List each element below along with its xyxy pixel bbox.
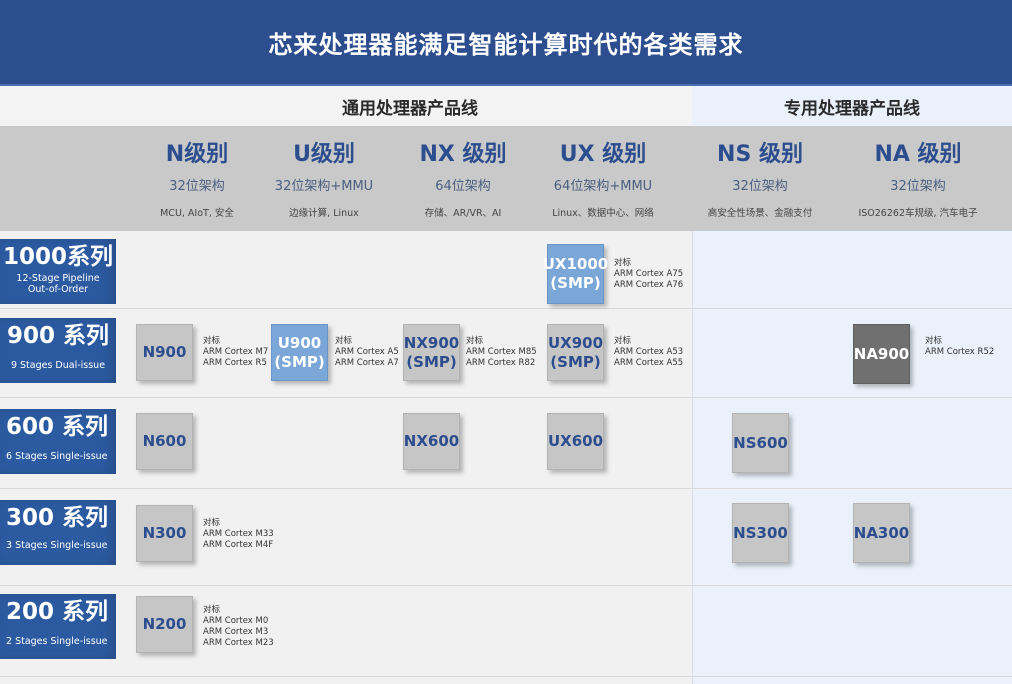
series-name: 1000系列 <box>2 244 113 270</box>
level-ns: NS 级别 32位架构 高安全性场景、金融支付 <box>685 126 835 231</box>
series-desc: 9 Stages Dual-issue <box>10 360 106 371</box>
benchmark-note-ux900: 对标 ARM Cortex A53 ARM Cortex A55 <box>614 336 684 368</box>
row-divider <box>0 308 1012 309</box>
level-name: NS 级别 <box>717 142 803 167</box>
level-arch: 32位架构 <box>890 179 946 194</box>
series-desc: 2 Stages Single-issue <box>6 636 108 647</box>
page-title: 芯来处理器能满足智能计算时代的各类需求 <box>0 0 1012 84</box>
level-use: Linux、数据中心、网络 <box>552 208 654 219</box>
series-name: 900 系列 <box>6 323 110 349</box>
level-use: 高安全性场景、金融支付 <box>707 208 813 219</box>
chip-n300[interactable]: N300 <box>136 505 193 562</box>
level-na: NA 级别 32位架构 ISO26262车规级, 汽车电子 <box>843 126 993 231</box>
chip-u900[interactable]: U900 (SMP) <box>271 324 328 381</box>
level-ux: UX 级别 64位架构+MMU Linux、数据中心、网络 <box>528 126 678 231</box>
row-divider <box>0 397 1012 398</box>
chip-ux1000[interactable]: UX1000 (SMP) <box>543 244 608 304</box>
benchmark-note-ux1000: 对标 ARM Cortex A75 ARM Cortex A76 <box>614 258 684 290</box>
chip-nx900[interactable]: NX900 (SMP) <box>403 324 460 381</box>
series-200: 200 系列 2 Stages Single-issue <box>0 594 116 659</box>
level-u: U级别 32位架构+MMU 边缘计算, Linux <box>249 126 399 231</box>
chip-ns300[interactable]: NS300 <box>732 503 789 563</box>
level-arch: 64位架构+MMU <box>553 179 653 194</box>
level-arch: 32位架构 <box>732 179 788 194</box>
chip-na900[interactable]: NA900 <box>853 324 910 384</box>
level-use: ISO26262车规级, 汽车电子 <box>858 208 978 219</box>
chip-n200[interactable]: N200 <box>136 596 193 653</box>
row-divider <box>0 488 1012 489</box>
level-arch: 64位架构 <box>435 179 491 194</box>
level-name: NA 级别 <box>874 142 962 167</box>
series-name: 200 系列 <box>6 599 109 625</box>
series-900: 900 系列 9 Stages Dual-issue <box>0 318 116 383</box>
series-desc: 6 Stages Single-issue <box>6 451 108 462</box>
benchmark-note-na900: 对标 ARM Cortex R52 <box>925 336 995 357</box>
chip-na300[interactable]: NA300 <box>853 503 910 563</box>
level-nx: NX 级别 64位架构 存储、AR/VR、AI <box>388 126 538 231</box>
series-desc: 3 Stages Single-issue <box>6 540 108 551</box>
level-arch: 32位架构+MMU <box>274 179 374 194</box>
series-name: 300 系列 <box>6 505 109 531</box>
chip-n900[interactable]: N900 <box>136 324 193 381</box>
series-name: 600 系列 <box>6 414 109 440</box>
chip-ux900[interactable]: UX900 (SMP) <box>547 324 604 381</box>
category-special: 专用处理器产品线 <box>692 86 1012 126</box>
series-600: 600 系列 6 Stages Single-issue <box>0 409 116 474</box>
level-name: U级别 <box>293 142 355 167</box>
level-use: 边缘计算, Linux <box>289 208 359 219</box>
chip-ux600[interactable]: UX600 <box>547 413 604 470</box>
benchmark-note-n300: 对标 ARM Cortex M33 ARM Cortex M4F <box>203 518 274 550</box>
benchmark-note-n200: 对标 ARM Cortex M0 ARM Cortex M3 ARM Corte… <box>203 605 274 648</box>
chip-ns600[interactable]: NS600 <box>732 413 789 473</box>
level-use: 存储、AR/VR、AI <box>424 208 502 219</box>
row-divider <box>0 585 1012 586</box>
series-desc: 12-Stage Pipeline Out-of-Order <box>16 273 100 295</box>
level-name: UX 级别 <box>559 142 647 167</box>
series-1000: 1000系列 12-Stage Pipeline Out-of-Order <box>0 239 116 304</box>
level-name: NX 级别 <box>419 142 507 167</box>
row-divider <box>0 676 1012 677</box>
chip-n600[interactable]: N600 <box>136 413 193 470</box>
benchmark-note-nx900: 对标 ARM Cortex M85 ARM Cortex R82 <box>466 336 537 368</box>
benchmark-note-u900: 对标 ARM Cortex A5 ARM Cortex A7 <box>335 336 399 368</box>
series-300: 300 系列 3 Stages Single-issue <box>0 500 116 565</box>
chip-nx600[interactable]: NX600 <box>403 413 460 470</box>
category-general: 通用处理器产品线 <box>0 86 692 126</box>
benchmark-note-n900: 对标 ARM Cortex M7 ARM Cortex R5 <box>203 336 269 368</box>
